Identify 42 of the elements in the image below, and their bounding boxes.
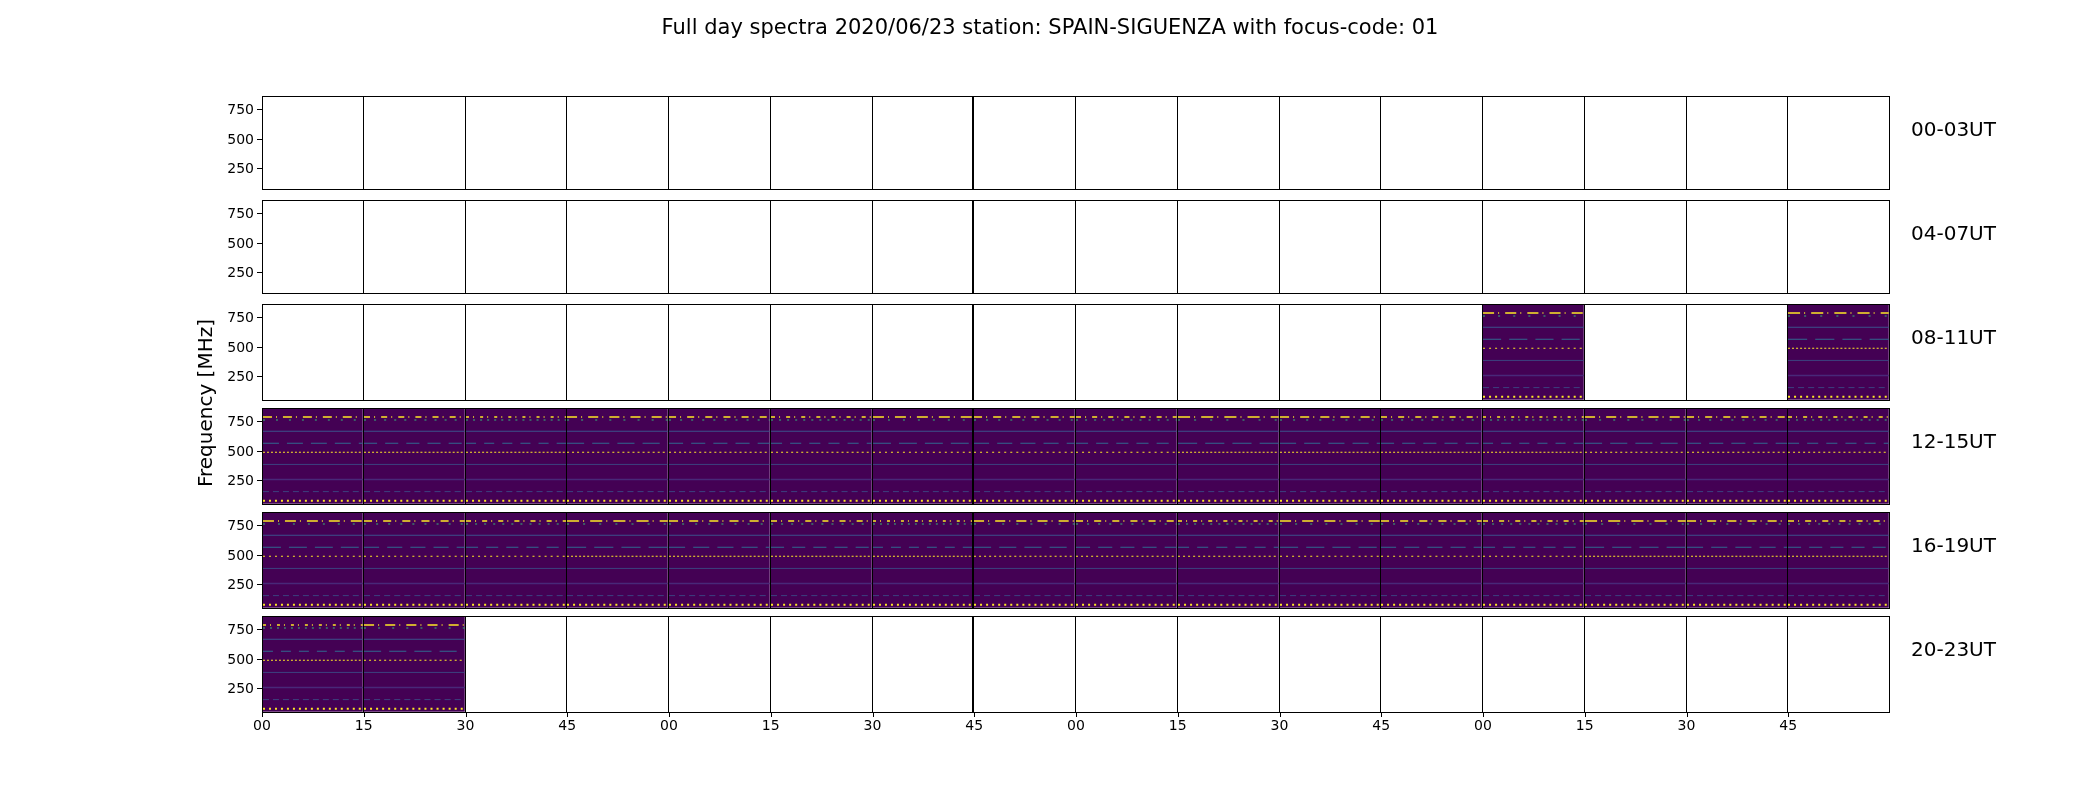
x-tick-label: 30 [1270,718,1289,732]
y-tick-label: 750 [227,206,255,221]
time-range-label: 00-03UT [1911,117,1996,141]
y-tick-label: 750 [227,414,255,429]
y-axis-label: Frequency [MHz] [192,319,218,488]
x-tick-label: 30 [1677,718,1696,732]
x-tick-label: 45 [558,718,577,732]
x-tick-label: 30 [456,718,475,732]
x-tick-label: 30 [863,718,882,732]
y-tick-label: 250 [227,681,255,696]
y-tick-label: 750 [227,622,255,637]
time-range-label: 12-15UT [1911,429,1996,453]
y-tick-label: 250 [227,265,255,280]
y-tick-label: 750 [227,518,255,533]
y-tick-label: 500 [227,548,255,563]
x-tick-label: 45 [965,718,984,732]
figure-title: Full day spectra 2020/06/23 station: SPAIN-SIGUENZA with focus-code: 01 [661,14,1439,41]
x-tick-label: 15 [761,718,780,732]
time-range-label: 16-19UT [1911,533,1996,557]
x-tick-label: 15 [1168,718,1187,732]
y-tick-label: 250 [227,369,255,384]
y-tick-label: 250 [227,473,255,488]
x-tick-label: 00 [253,718,271,732]
x-tick-label: 45 [1779,718,1798,732]
time-range-label: 20-23UT [1911,637,1996,661]
y-tick-label: 500 [227,340,255,355]
x-tick-label: 15 [354,718,373,732]
y-tick-label: 500 [227,652,255,667]
x-tick-label: 00 [1474,718,1492,732]
y-tick-label: 500 [227,444,255,459]
x-tick-label: 45 [1372,718,1391,732]
x-tick-label: 00 [660,718,678,732]
y-tick-label: 250 [227,577,255,592]
time-range-label: 08-11UT [1911,325,1996,349]
y-tick-label: 750 [227,102,255,117]
y-tick-label: 500 [227,236,255,251]
x-tick-label: 00 [1067,718,1085,732]
y-tick-label: 750 [227,310,255,325]
y-tick-label: 250 [227,161,255,176]
x-tick-label: 15 [1575,718,1594,732]
time-range-label: 04-07UT [1911,221,1996,245]
y-tick-label: 500 [227,132,255,147]
